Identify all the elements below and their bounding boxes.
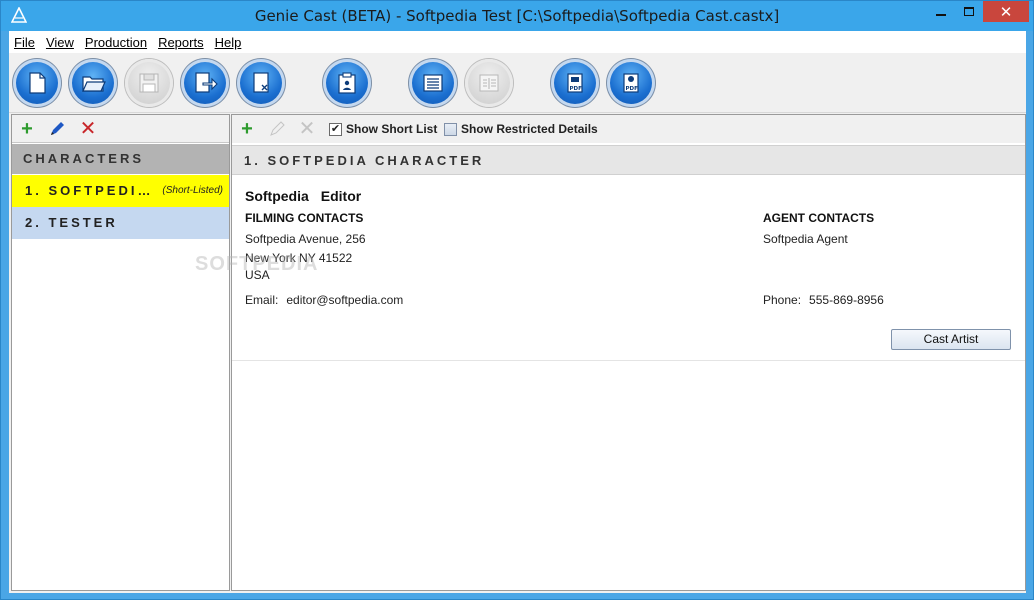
show-short-list-checkbox[interactable]: ✔ Show Short List xyxy=(329,122,437,136)
delete-x-icon: ✕ xyxy=(79,118,97,140)
character-list-item[interactable]: 1. SOFTPEDI… (Short-Listed) xyxy=(12,175,229,207)
open-folder-icon xyxy=(82,76,106,92)
save-disk-icon xyxy=(139,73,159,93)
email-value: editor@softpedia.com xyxy=(286,293,404,307)
maximize-icon xyxy=(964,7,974,16)
show-restricted-checkbox[interactable]: Show Restricted Details xyxy=(444,122,598,136)
character-label: 1. SOFTPEDI… xyxy=(25,183,154,198)
title-bar[interactable]: Genie Cast (BETA) - Softpedia Test [C:\S… xyxy=(1,1,1033,31)
main-toolbar: PDF PDF xyxy=(9,53,1026,113)
menu-production[interactable]: Production xyxy=(85,35,147,50)
characters-panel: + ✕ CHARACTERS 1. SOFTPEDI… (Short-Liste… xyxy=(11,114,230,591)
character-name: Softpedia Editor xyxy=(245,188,373,204)
svg-text:PDF: PDF xyxy=(626,86,639,92)
detail-divider xyxy=(232,360,1025,361)
agent-contacts-title: AGENT CONTACTS xyxy=(763,211,875,225)
last-name: Editor xyxy=(320,188,362,204)
edit-contact-button[interactable] xyxy=(268,120,286,138)
characters-header: CHARACTERS xyxy=(12,144,229,174)
checkbox-unchecked-icon xyxy=(444,122,457,136)
window-title: Genie Cast (BETA) - Softpedia Test [C:\S… xyxy=(254,7,780,25)
save-button[interactable] xyxy=(125,59,173,107)
pencil-icon xyxy=(51,122,64,135)
checkbox-checked-icon: ✔ xyxy=(329,122,342,136)
pdf-cast-report-button[interactable]: PDF xyxy=(607,59,655,107)
maximize-button[interactable] xyxy=(955,1,983,22)
email-label: Email: xyxy=(245,293,279,307)
export-icon xyxy=(195,72,218,93)
menu-bar: File View Production Reports Help xyxy=(9,31,1026,53)
agent-name: Softpedia Agent xyxy=(763,232,848,246)
menu-file[interactable]: File xyxy=(14,35,35,50)
cast-artist-button[interactable]: Cast Artist xyxy=(891,329,1011,350)
delete-x-icon: ✕ xyxy=(298,118,316,140)
list-view-button[interactable] xyxy=(409,59,457,107)
first-name: Softpedia xyxy=(245,188,309,204)
pencil-icon xyxy=(270,121,285,136)
new-document-icon xyxy=(29,72,46,94)
menu-help[interactable]: Help xyxy=(215,35,242,50)
app-window: Genie Cast (BETA) - Softpedia Test [C:\S… xyxy=(0,0,1034,600)
phone-label: Phone: xyxy=(763,293,802,307)
pdf-report-icon: PDF xyxy=(567,73,583,93)
open-button[interactable] xyxy=(69,59,117,107)
plus-icon: + xyxy=(241,118,253,140)
new-button[interactable] xyxy=(13,59,61,107)
menu-view[interactable]: View xyxy=(46,35,74,50)
filming-contacts-title: FILMING CONTACTS xyxy=(245,211,364,225)
pdf-report-button[interactable]: PDF xyxy=(551,59,599,107)
cast-board-button[interactable] xyxy=(323,59,371,107)
export-button[interactable] xyxy=(181,59,229,107)
pdf-cast-report-icon: PDF xyxy=(623,73,639,93)
character-detail-panel: + ✕ ✔ Show Short List Show Restricted De… xyxy=(231,114,1026,591)
character-list-item[interactable]: 2. TESTER xyxy=(12,207,229,239)
menu-reports[interactable]: Reports xyxy=(158,35,204,50)
add-character-button[interactable]: + xyxy=(18,118,36,140)
delete-contact-button[interactable]: ✕ xyxy=(298,118,316,140)
close-file-button[interactable] xyxy=(237,59,285,107)
characters-toolbar: + ✕ xyxy=(12,115,229,143)
minimize-icon xyxy=(936,13,946,16)
detail-view-icon xyxy=(479,74,499,92)
close-button[interactable]: ✕ xyxy=(983,1,1029,22)
clipboard-person-icon xyxy=(338,72,356,94)
client-area: File View Production Reports Help PDF PD… xyxy=(9,31,1026,593)
plus-icon: + xyxy=(21,118,33,140)
agent-phone: Phone: 555-869-8956 xyxy=(763,293,884,307)
delete-character-button[interactable]: ✕ xyxy=(79,118,97,140)
close-document-icon xyxy=(253,72,269,93)
list-view-icon xyxy=(423,74,443,92)
filming-address-line1: Softpedia Avenue, 256 xyxy=(245,232,366,246)
watermark-logo: SOFTPEDIA xyxy=(195,253,319,275)
character-label: 2. TESTER xyxy=(25,215,118,230)
svg-text:PDF: PDF xyxy=(570,86,583,92)
short-listed-tag: (Short-Listed) xyxy=(162,185,223,196)
add-contact-button[interactable]: + xyxy=(238,118,256,140)
detail-header: 1. SOFTPEDIA CHARACTER xyxy=(232,145,1025,175)
detail-view-button[interactable] xyxy=(465,59,513,107)
close-icon: ✕ xyxy=(999,3,1013,21)
filming-email: Email: editor@softpedia.com xyxy=(245,293,403,307)
phone-value: 555-869-8956 xyxy=(809,293,884,307)
edit-character-button[interactable] xyxy=(48,120,66,138)
detail-toolbar: + ✕ ✔ Show Short List Show Restricted De… xyxy=(232,115,1025,143)
minimize-button[interactable] xyxy=(927,1,955,22)
